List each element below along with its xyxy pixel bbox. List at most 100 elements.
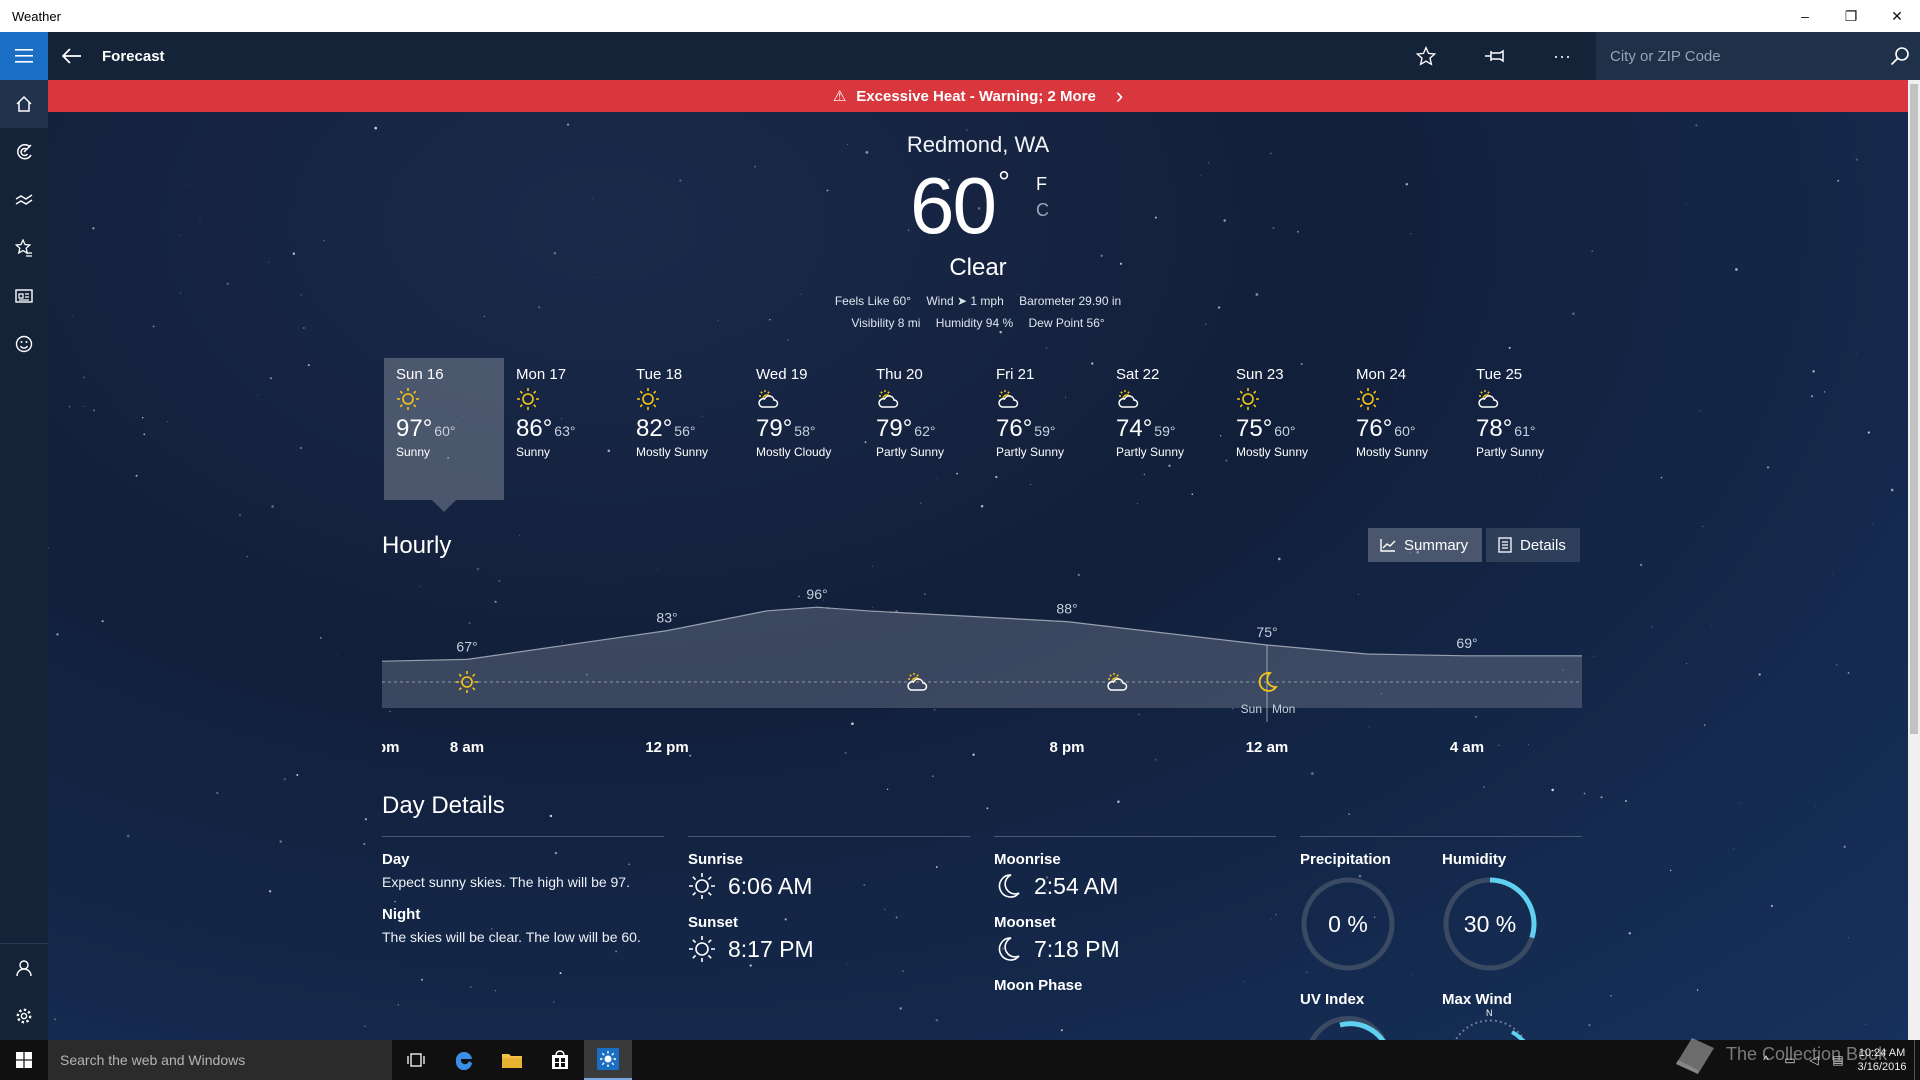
hourly-temperature-chart: 67° 83° 96° 88° 75° 69° Sun Mon 8 am 12 pm 4 pm 8 p… [382, 586, 1582, 756]
day-card[interactable]: Tue 25 78° 61° Partly Sunny [1464, 358, 1584, 500]
day-card[interactable]: Sat 22 74° 59° Partly Sunny [1104, 358, 1224, 500]
day-name: Tue 25 [1476, 366, 1523, 383]
day-low: 62° [914, 423, 936, 439]
day-card[interactable]: Wed 19 79° 58° Mostly Cloudy [744, 358, 864, 500]
taskbar-store[interactable] [536, 1040, 584, 1080]
nav-news[interactable] [0, 272, 48, 320]
hamburger-menu-button[interactable] [0, 32, 48, 80]
humidity: Humidity 94 % [935, 316, 1014, 330]
temperature-area [382, 607, 1582, 708]
minimize-button[interactable]: – [1782, 0, 1828, 32]
sunset-label: Sunset [688, 914, 739, 931]
scrollbar-thumb[interactable] [1910, 84, 1918, 734]
moonrise-icon [998, 874, 1020, 898]
forecast-content: ⚠ Excessive Heat - Warning; 2 More › Red… [48, 80, 1908, 1040]
day-high: 76° [996, 415, 1033, 442]
precipitation-gauge: Precipitation 0 % [1300, 851, 1396, 972]
rail-bottom [0, 943, 48, 1040]
more-options-button[interactable]: ··· [1528, 32, 1596, 80]
day-high: 82° [636, 415, 673, 442]
day-card[interactable]: Mon 24 76° 60° Mostly Sunny [1344, 358, 1464, 500]
folder-icon [502, 1054, 522, 1068]
nav-account[interactable] [0, 944, 48, 992]
hamburger-icon [15, 49, 33, 63]
weather-alert-banner[interactable]: ⚠ Excessive Heat - Warning; 2 More › [48, 80, 1908, 112]
search-icon [1890, 47, 1909, 66]
day-card[interactable]: Sun 23 75° 60° Mostly Sunny [1224, 358, 1344, 500]
day-card[interactable]: Sun 16 97° 60° Sunny [384, 358, 504, 512]
summary-button[interactable]: Summary [1368, 528, 1482, 562]
taskbar-search-input[interactable] [60, 1052, 392, 1068]
day-low: 60° [1394, 423, 1416, 439]
star-icon [1416, 46, 1436, 66]
sunset-icon [689, 936, 715, 962]
nav-forecast[interactable] [0, 80, 48, 128]
current-metrics: Feels Like 60° Wind ➤ 1 mph Barometer 29… [48, 290, 1908, 334]
sun-icon [517, 388, 539, 410]
sun-icon [1237, 388, 1259, 410]
search-box [1596, 32, 1920, 80]
day-card[interactable]: Fri 21 76° 59° Partly Sunny [984, 358, 1104, 500]
details-button[interactable]: Details [1486, 528, 1580, 562]
star-list-icon [15, 239, 32, 257]
book-logo-icon [1676, 1038, 1714, 1074]
nav-feedback[interactable] [0, 320, 48, 368]
window-title: Weather [12, 8, 61, 24]
day-right-label: Mon [1272, 702, 1295, 716]
taskbar-edge[interactable] [440, 1040, 488, 1080]
chevron-right-icon: › [1115, 83, 1124, 108]
user-icon [16, 960, 32, 977]
day-card[interactable]: Mon 17 86° 63° Sunny [504, 358, 624, 500]
moonrise-label: Moonrise [994, 851, 1061, 868]
back-button[interactable] [48, 32, 96, 80]
moonset-label: Moonset [994, 914, 1056, 931]
partly-cloudy-icon [1478, 390, 1499, 408]
day-high: 79° [756, 415, 793, 442]
nav-historical[interactable] [0, 176, 48, 224]
details-label: Details [1520, 536, 1566, 554]
sun-icon [637, 388, 659, 410]
vertical-scrollbar[interactable] [1908, 80, 1920, 1040]
nav-settings[interactable] [0, 992, 48, 1040]
pin-button[interactable] [1460, 32, 1528, 80]
day-condition: Partly Sunny [876, 445, 945, 459]
day-condition: Mostly Sunny [1236, 445, 1309, 459]
nav-maps[interactable] [0, 128, 48, 176]
summary-label: Summary [1404, 536, 1469, 554]
unit-celsius-toggle[interactable]: C [1036, 200, 1049, 221]
sunset-time: 8:17 PM [728, 935, 814, 962]
app-header: Forecast ··· [0, 32, 1920, 80]
smiley-icon [15, 335, 33, 353]
humidity-value: 30 % [1463, 910, 1517, 937]
sunrise-time: 6:06 AM [728, 872, 813, 899]
humidity-label: Humidity [1442, 851, 1507, 868]
day-name: Thu 20 [876, 366, 923, 383]
day-card[interactable]: Tue 18 82° 56° Mostly Sunny [624, 358, 744, 500]
day-name: Mon 24 [1356, 366, 1407, 383]
nav-places[interactable] [0, 224, 48, 272]
compass-north: N [1486, 1008, 1493, 1018]
news-icon [15, 289, 33, 303]
show-desktop-button[interactable] [1914, 1040, 1920, 1080]
store-icon [552, 1050, 568, 1069]
taskbar-weather[interactable] [584, 1040, 632, 1080]
unit-fahrenheit-toggle[interactable]: F [1036, 174, 1047, 195]
daily-forecast-strip: Sun 16 97° 60° Sunny Mon 17 86° 63° Sunny Tue 18… [384, 358, 1584, 512]
taskbar-file-explorer[interactable] [488, 1040, 536, 1080]
day-card[interactable]: Thu 20 79° 62° Partly Sunny [864, 358, 984, 500]
favorite-button[interactable] [1392, 32, 1460, 80]
max-wind-label: Max Wind [1442, 991, 1512, 1008]
search-button[interactable] [1880, 32, 1920, 80]
windows-logo-icon [16, 1052, 32, 1068]
list-icon [1498, 537, 1512, 553]
partly-cloudy-icon [878, 390, 899, 408]
day-name: Sat 22 [1116, 366, 1160, 383]
close-button[interactable]: ✕ [1874, 0, 1920, 32]
hour-tick-label: 4 pm [382, 739, 400, 756]
day-condition: Mostly Sunny [636, 445, 709, 459]
city-search-input[interactable] [1610, 47, 1880, 65]
moonrise-time: 2:54 AM [1034, 872, 1119, 899]
start-button[interactable] [0, 1040, 48, 1080]
task-view-button[interactable] [392, 1040, 440, 1080]
maximize-button[interactable]: ❐ [1828, 0, 1874, 32]
